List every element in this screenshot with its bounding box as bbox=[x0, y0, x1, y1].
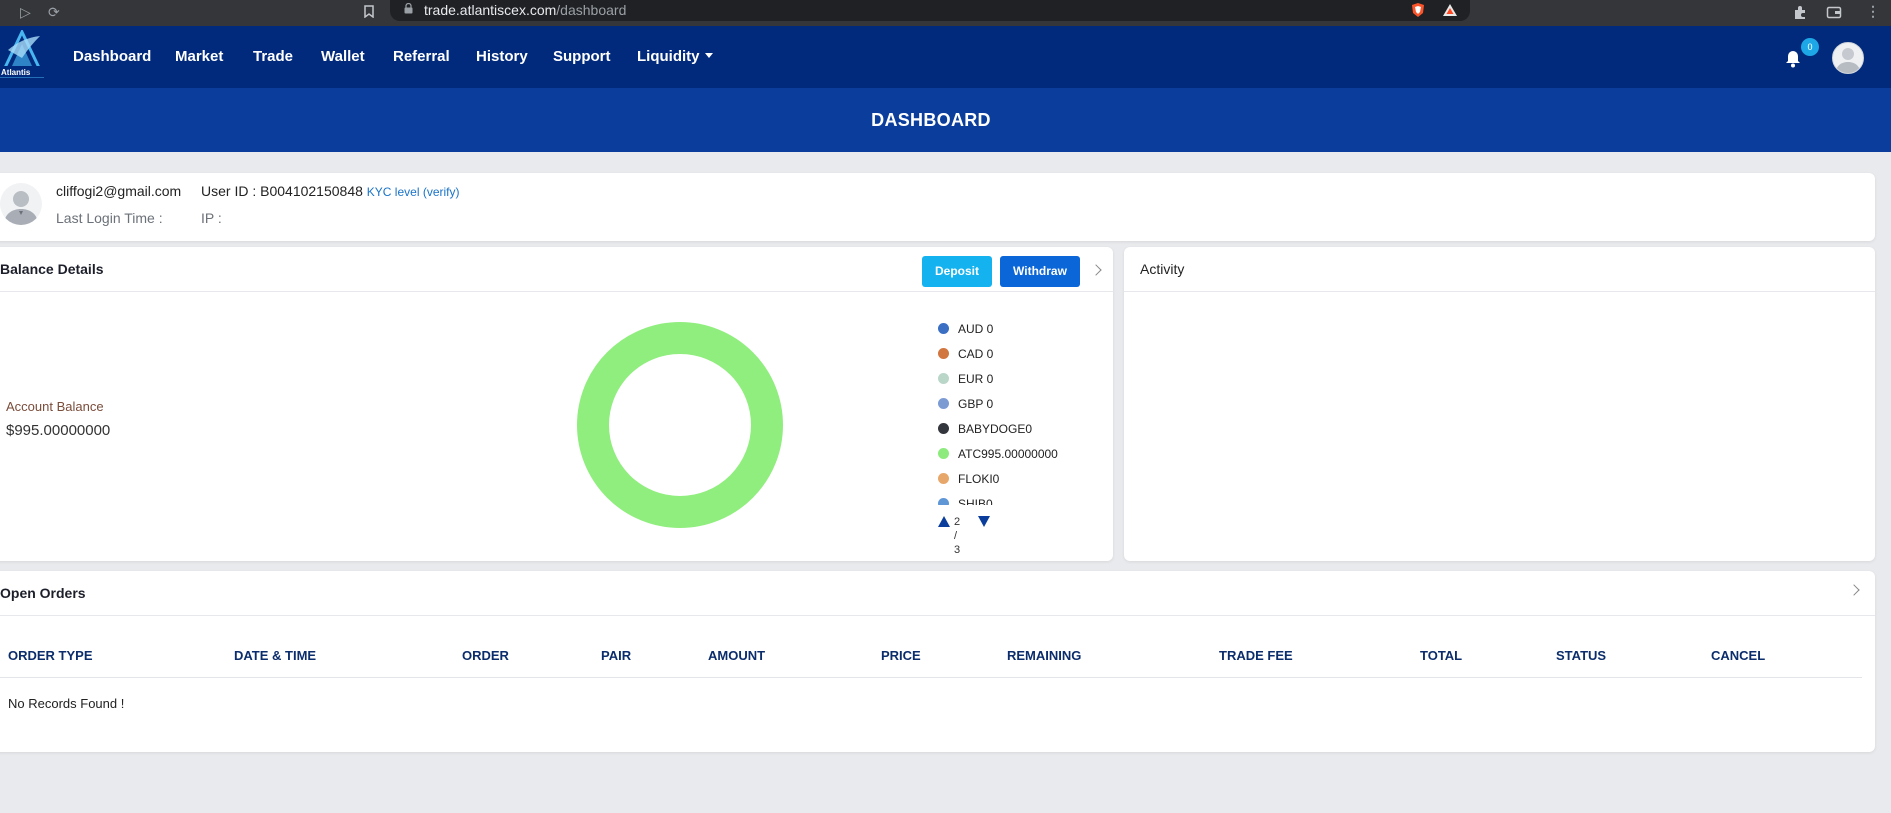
col-cancel[interactable]: CANCEL bbox=[1711, 648, 1765, 663]
kyc-verify-link[interactable]: KYC level (verify) bbox=[367, 185, 460, 199]
reload-icon[interactable]: ⟳ bbox=[48, 4, 60, 20]
chevron-right-icon[interactable] bbox=[1090, 264, 1102, 276]
address-bar[interactable]: trade.atlantiscex.com/dashboard bbox=[390, 0, 1470, 21]
dropdown-caret-icon bbox=[704, 53, 713, 58]
col-price[interactable]: PRICE bbox=[881, 648, 921, 663]
user-id-label: User ID : bbox=[201, 183, 257, 199]
balance-donut-chart bbox=[577, 322, 783, 528]
legend-label: SHIB0 bbox=[958, 497, 993, 505]
profile-avatar bbox=[0, 183, 42, 225]
nav-wallet[interactable]: Wallet bbox=[321, 48, 365, 65]
bookmark-icon[interactable] bbox=[364, 5, 374, 18]
user-avatar-icon bbox=[1836, 48, 1860, 73]
withdraw-button[interactable]: Withdraw bbox=[1000, 256, 1080, 287]
deposit-button[interactable]: Deposit bbox=[922, 256, 992, 287]
col-order-type[interactable]: ORDER TYPE bbox=[8, 648, 93, 663]
nav-dashboard[interactable]: Dashboard bbox=[73, 48, 151, 65]
menu-icon[interactable]: ⋮ bbox=[1866, 3, 1880, 19]
nav-support[interactable]: Support bbox=[553, 48, 611, 65]
col-amount[interactable]: AMOUNT bbox=[708, 648, 765, 663]
balance-card-header: Balance Details Deposit Withdraw bbox=[0, 247, 1113, 292]
last-login-label: Last Login Time : bbox=[56, 210, 163, 226]
logo-text: Atlantis bbox=[1, 68, 31, 77]
profile-card: cliffogi2@gmail.com User ID : B004102150… bbox=[0, 173, 1875, 241]
col-date-time[interactable]: DATE & TIME bbox=[234, 648, 316, 663]
browser-toolbar: ▷ ⟳ trade.atlantiscex.com/dashboard ⋮ bbox=[0, 0, 1891, 26]
legend-label: ATC995.00000000 bbox=[958, 447, 1058, 461]
col-remaining[interactable]: REMAINING bbox=[1007, 648, 1081, 663]
page-banner: DASHBOARD bbox=[0, 88, 1891, 152]
legend-label: BABYDOGE0 bbox=[958, 422, 1033, 436]
legend-dot-icon bbox=[938, 398, 949, 409]
legend-dot-icon bbox=[938, 348, 949, 359]
activity-card-header: Activity bbox=[1124, 247, 1875, 292]
bell-icon[interactable] bbox=[1785, 50, 1801, 68]
col-pair[interactable]: PAIR bbox=[601, 648, 631, 663]
legend-label: AUD 0 bbox=[958, 322, 994, 336]
wallet-icon[interactable] bbox=[1826, 4, 1842, 20]
open-orders-title: Open Orders bbox=[0, 585, 86, 601]
forward-icon[interactable]: ▷ bbox=[20, 4, 31, 20]
user-avatar[interactable] bbox=[1832, 42, 1864, 74]
top-navbar: Atlantis Dashboard Market Trade Wallet R… bbox=[0, 26, 1891, 88]
brave-shield-icon[interactable] bbox=[1410, 2, 1426, 18]
profile-email: cliffogi2@gmail.com bbox=[56, 183, 182, 199]
table-divider bbox=[0, 677, 1862, 678]
open-orders-card: Open Orders ORDER TYPE DATE & TIME ORDER… bbox=[0, 571, 1875, 752]
nav-liquidity[interactable]: Liquidity bbox=[637, 48, 713, 65]
balance-legend: AUD 0 CAD 0 EUR 0 GBP 0 BABYDOGE0 ATC995.0000… bbox=[938, 321, 1098, 505]
account-balance-label: Account Balance bbox=[6, 399, 104, 414]
orders-card-header: Open Orders bbox=[0, 571, 1875, 616]
legend-label: EUR 0 bbox=[958, 372, 994, 386]
legend-dot-icon bbox=[938, 323, 949, 334]
extensions-icon[interactable] bbox=[1792, 4, 1808, 20]
balance-card: Balance Details Deposit Withdraw Account… bbox=[0, 247, 1113, 561]
notification-badge: 0 bbox=[1801, 38, 1819, 56]
legend-dot-icon bbox=[938, 373, 949, 384]
no-records-text: No Records Found ! bbox=[8, 696, 125, 711]
activity-card: Activity bbox=[1124, 247, 1875, 561]
legend-dot-icon bbox=[938, 423, 949, 434]
nav-history[interactable]: History bbox=[476, 48, 528, 65]
legend-prev-icon[interactable] bbox=[938, 516, 950, 527]
lock-icon bbox=[404, 3, 413, 14]
brave-rewards-icon[interactable] bbox=[1442, 2, 1458, 18]
col-order[interactable]: ORDER bbox=[462, 648, 509, 663]
legend-label: GBP 0 bbox=[958, 397, 994, 411]
user-id: User ID : B004102150848 KYC level (verif… bbox=[201, 183, 459, 199]
nav-liquidity-label: Liquidity bbox=[637, 48, 700, 65]
legend-next-icon[interactable] bbox=[978, 516, 990, 527]
legend-dot-icon bbox=[938, 448, 949, 459]
legend-label: CAD 0 bbox=[958, 347, 994, 361]
legend-dot-icon bbox=[938, 473, 949, 484]
nav-market[interactable]: Market bbox=[175, 48, 223, 65]
nav-referral[interactable]: Referral bbox=[393, 48, 450, 65]
col-status[interactable]: STATUS bbox=[1556, 648, 1606, 663]
profile-avatar-icon bbox=[4, 191, 38, 225]
chevron-right-icon[interactable] bbox=[1848, 584, 1860, 596]
legend-page-indicator: 2 / 3 bbox=[954, 516, 961, 556]
user-id-value: B004102150848 bbox=[260, 183, 363, 199]
activity-title: Activity bbox=[1140, 261, 1185, 277]
atlantis-logo[interactable]: Atlantis bbox=[0, 30, 44, 82]
col-trade-fee[interactable]: TRADE FEE bbox=[1219, 648, 1293, 663]
donut-ring-atc bbox=[577, 322, 783, 528]
account-balance-value: $995.00000000 bbox=[6, 422, 111, 439]
col-total[interactable]: TOTAL bbox=[1420, 648, 1462, 663]
balance-title: Balance Details bbox=[0, 261, 104, 277]
url-text: trade.atlantiscex.com/dashboard bbox=[424, 2, 627, 18]
legend-dot-icon bbox=[938, 498, 949, 505]
ip-label: IP : bbox=[201, 210, 222, 226]
legend-label: FLOKI0 bbox=[958, 472, 1000, 486]
page-title: DASHBOARD bbox=[871, 110, 991, 130]
nav-trade[interactable]: Trade bbox=[253, 48, 293, 65]
